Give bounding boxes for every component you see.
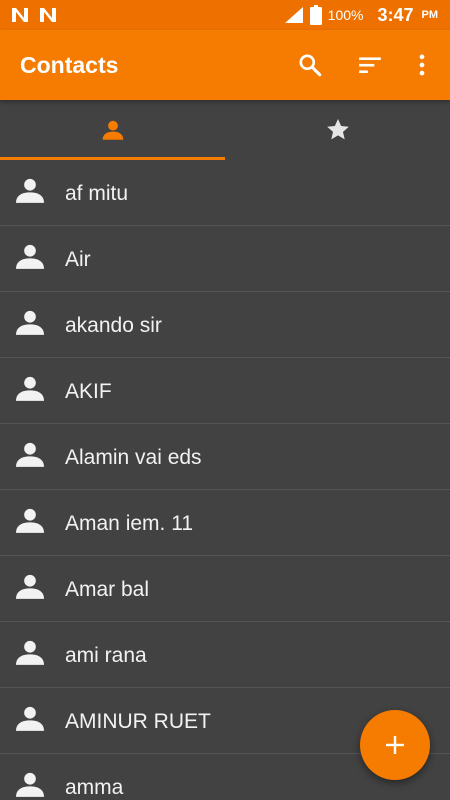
contact-name: AKIF (65, 380, 112, 403)
search-icon (299, 54, 322, 77)
battery-icon (309, 5, 322, 25)
status-left-icons (10, 5, 58, 25)
person-icon (102, 120, 123, 140)
contact-name: Alamin vai eds (65, 446, 202, 469)
sort-icon (359, 57, 381, 74)
search-button[interactable] (295, 50, 325, 80)
contact-row[interactable]: Amar bal (0, 556, 450, 622)
add-icon (386, 736, 404, 754)
contact-row[interactable]: Air (0, 226, 450, 292)
contact-list[interactable]: af mitu Air akando sir AKIF Alamin vai e… (0, 160, 450, 800)
status-right: 100% 3:47 PM (284, 0, 438, 30)
contact-name: Air (65, 248, 91, 271)
contact-row[interactable]: Aman iem. 11 (0, 490, 450, 556)
contact-name: Amar bal (65, 578, 150, 601)
battery-percentage: 100% (327, 7, 364, 23)
n-notification-icon (12, 8, 28, 22)
person-icon (16, 706, 44, 731)
person-icon (16, 772, 44, 797)
contact-name: Aman iem. 11 (65, 512, 193, 535)
app-bar: Contacts (0, 30, 450, 100)
add-contact-button[interactable] (360, 710, 430, 780)
more-vert-icon (419, 54, 425, 76)
more-options-button[interactable] (407, 50, 437, 80)
person-icon (16, 640, 44, 665)
signal-icon (284, 7, 303, 23)
person-icon (16, 178, 44, 203)
contact-name: af mitu (65, 182, 129, 205)
tab-bar (0, 100, 450, 160)
person-icon (16, 508, 44, 533)
tab-favorites[interactable] (225, 100, 450, 160)
person-icon (16, 574, 44, 599)
contact-name: ami rana (65, 644, 147, 667)
contacts-screen: 100% 3:47 PM Contacts af mitu Air akando… (0, 0, 450, 800)
clock-suffix: PM (421, 9, 439, 21)
status-bar: 100% 3:47 PM (0, 0, 450, 30)
person-icon (16, 310, 44, 335)
contact-row[interactable]: Alamin vai eds (0, 424, 450, 490)
tab-contacts[interactable] (0, 100, 225, 160)
contact-name: akando sir (65, 314, 162, 337)
contact-name: amma (65, 776, 124, 799)
person-icon (16, 442, 44, 467)
star-icon (326, 118, 349, 140)
contact-row[interactable]: AKIF (0, 358, 450, 424)
contact-row[interactable]: ami rana (0, 622, 450, 688)
contact-name: AMINUR RUET (65, 710, 211, 733)
n-notification-icon (40, 8, 56, 22)
clock: 3:47 (377, 4, 414, 25)
sort-button[interactable] (355, 50, 385, 80)
page-title: Contacts (20, 52, 119, 78)
contact-row[interactable]: akando sir (0, 292, 450, 358)
contact-row[interactable]: af mitu (0, 160, 450, 226)
person-icon (16, 244, 44, 269)
person-icon (16, 376, 44, 401)
